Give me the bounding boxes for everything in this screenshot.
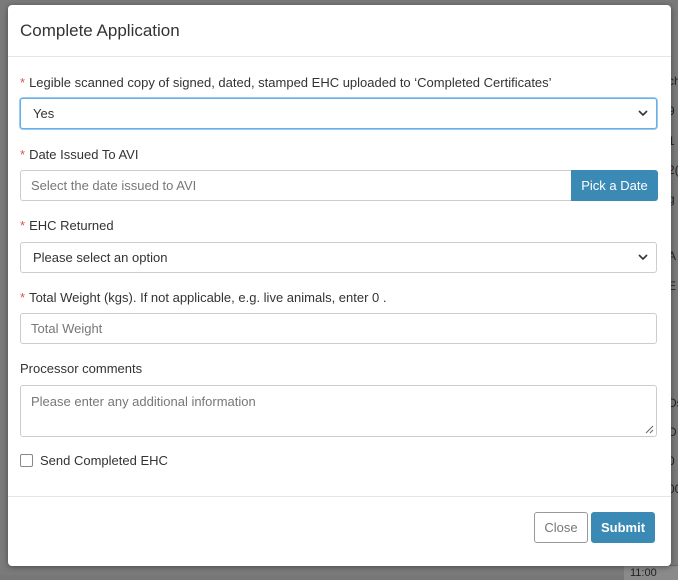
chevron-down-icon [638, 110, 648, 117]
modal-title: Complete Application [20, 21, 180, 40]
required-marker: * [20, 218, 26, 233]
date-issued-placeholder: Select the date issued to AVI [31, 178, 197, 193]
legible-copy-select[interactable]: Yes [20, 98, 657, 129]
legible-copy-label-text: Legible scanned copy of signed, dated, s… [29, 75, 552, 90]
required-marker: * [20, 147, 26, 162]
ehc-returned-value: Please select an option [33, 250, 168, 265]
legible-copy-label: * Legible scanned copy of signed, dated, … [20, 75, 552, 90]
processor-comments-textarea[interactable]: Please enter any additional information [20, 385, 657, 437]
date-issued-input[interactable]: Select the date issued to AVI [20, 170, 572, 201]
submit-button[interactable]: Submit [591, 512, 655, 543]
close-button[interactable]: Close [534, 512, 588, 543]
send-completed-checkbox[interactable] [20, 454, 33, 467]
total-weight-input[interactable]: Total Weight [20, 313, 657, 344]
chevron-down-icon [638, 254, 648, 261]
modal-header: Complete Application [8, 5, 671, 57]
date-issued-label-text: Date Issued To AVI [29, 147, 139, 162]
required-marker: * [20, 290, 26, 305]
processor-comments-placeholder: Please enter any additional information [31, 394, 256, 409]
modal-footer: Close Submit [8, 496, 671, 566]
resize-grip-icon[interactable] [645, 425, 654, 434]
ehc-returned-label: * EHC Returned [20, 218, 114, 233]
pick-a-date-button[interactable]: Pick a Date [571, 170, 658, 201]
send-completed-label[interactable]: Send Completed EHC [40, 453, 168, 468]
total-weight-placeholder: Total Weight [31, 321, 103, 336]
processor-comments-label: Processor comments [20, 361, 143, 376]
total-weight-label: * Total Weight (kgs). If not applicable, … [20, 290, 387, 305]
legible-copy-value: Yes [33, 106, 55, 121]
ehc-returned-label-text: EHC Returned [29, 218, 114, 233]
total-weight-label-text: Total Weight (kgs). If not applicable, e… [29, 290, 387, 305]
required-marker: * [20, 75, 26, 90]
background-time: 11:00 [624, 565, 678, 580]
date-issued-label: * Date Issued To AVI [20, 147, 138, 162]
complete-application-modal: Complete Application * Legible scanned co… [8, 5, 671, 566]
ehc-returned-select[interactable]: Please select an option [20, 242, 657, 273]
